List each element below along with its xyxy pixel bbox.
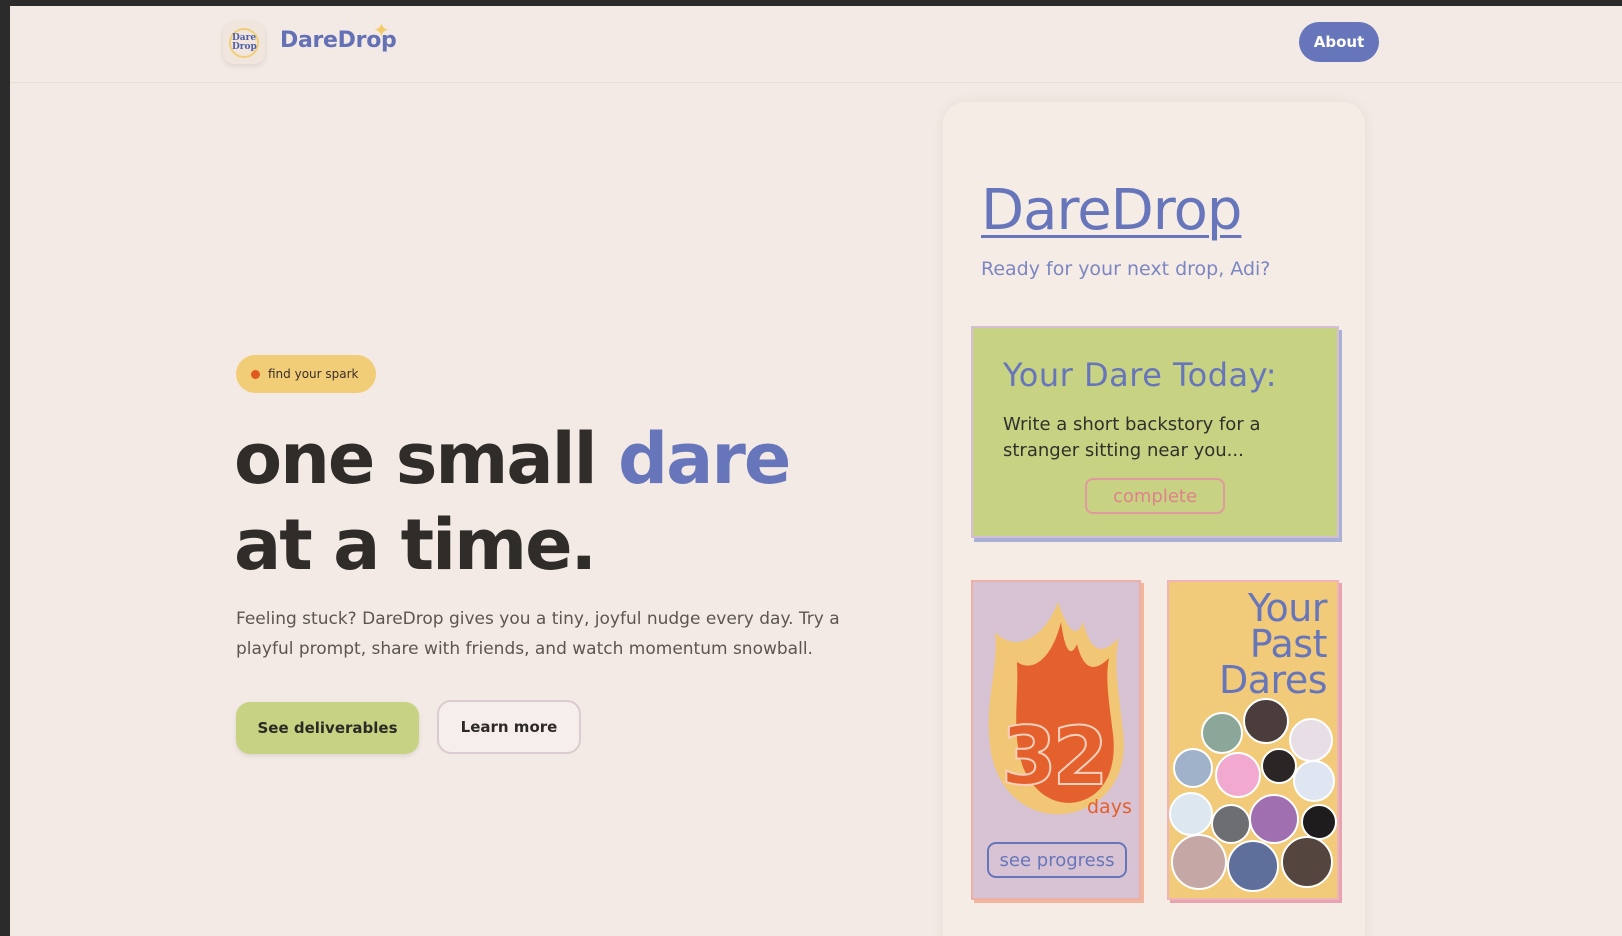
photo-thumbnail <box>1293 760 1335 802</box>
hero-subtext: Feeling stuck? DareDrop gives you a tiny… <box>236 609 840 659</box>
photo-thumbnail <box>1289 718 1333 762</box>
dare-body: Write a short backstory for a stranger s… <box>1003 414 1261 461</box>
see-deliverables-button[interactable]: See deliverables <box>236 702 419 754</box>
app-greeting: Ready for your next drop, Adi? <box>981 258 1271 280</box>
headline-part1: one small <box>234 418 618 500</box>
app-title: DareDrop <box>981 178 1242 243</box>
photo-thumbnail <box>1281 836 1333 888</box>
past-dares-card[interactable]: Your Past Dares <box>1167 580 1339 900</box>
headline-accent: dare <box>617 418 791 500</box>
photo-thumbnail <box>1227 840 1279 892</box>
hero-headline: one small dare at a time. <box>234 416 791 588</box>
pill-label: find your spark <box>268 367 359 381</box>
streak-unit: days <box>1087 796 1132 818</box>
landing-page: Dare Drop DareDrop ✦ About find your spa… <box>10 6 1622 936</box>
photo-thumbnail <box>1201 712 1243 754</box>
complete-button[interactable]: complete <box>1085 478 1225 514</box>
photo-thumbnail <box>1215 752 1261 798</box>
sparkle-icon: ✦ <box>373 18 390 42</box>
about-button[interactable]: About <box>1299 22 1379 62</box>
photo-thumbnail <box>1261 748 1297 784</box>
photo-thumbnail <box>1169 792 1213 836</box>
app-mockup: DareDrop Ready for your next drop, Adi? … <box>943 102 1365 936</box>
photo-thumbnail <box>1173 748 1213 788</box>
logo-icon[interactable]: Dare Drop <box>223 22 265 64</box>
headline-part2: at a time. <box>234 504 597 586</box>
dare-heading: Your Dare Today: <box>1003 356 1278 394</box>
learn-more-button[interactable]: Learn more <box>437 700 581 754</box>
photo-thumbnail <box>1171 834 1227 890</box>
photo-thumbnail <box>1301 804 1337 840</box>
dare-today-card: Your Dare Today: Write a short backstory… <box>971 326 1339 538</box>
spark-pill: find your spark <box>236 355 376 393</box>
streak-card[interactable]: 32 days see progress <box>971 580 1141 900</box>
photo-thumbnail <box>1211 804 1251 844</box>
photo-thumbnail <box>1243 698 1289 744</box>
see-progress-button[interactable]: see progress <box>987 842 1127 878</box>
past-dares-title: Your Past Dares <box>1218 586 1328 702</box>
photo-thumbnail <box>1249 794 1299 844</box>
dot-icon <box>251 369 260 379</box>
logo-text: Dare Drop <box>232 33 257 52</box>
streak-count: 32 <box>1000 709 1109 804</box>
site-header: Dare Drop DareDrop ✦ About <box>10 6 1622 83</box>
